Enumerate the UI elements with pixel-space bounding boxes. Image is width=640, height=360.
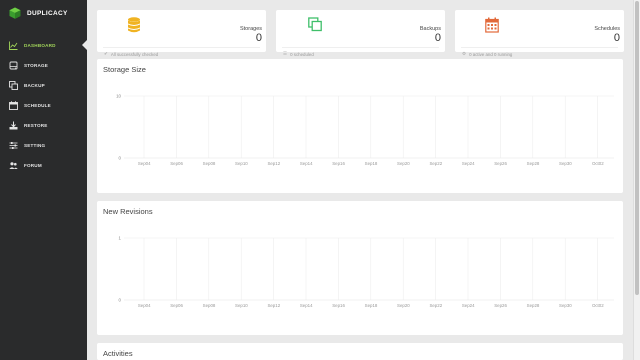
x-tick-label: Sep08: [203, 161, 216, 166]
y-tick-label: 0: [119, 156, 122, 161]
backup-copy-icon: [9, 80, 18, 90]
backups-card[interactable]: Backups 0 ☰ 0 scheduled: [276, 10, 445, 57]
scrollbar-thumb[interactable]: [635, 1, 639, 295]
sidebar-item-storage[interactable]: STORAGE: [0, 55, 87, 75]
backups-footer: ☰ 0 scheduled: [283, 51, 314, 57]
x-tick-label: Oct02: [592, 161, 604, 166]
x-tick-label: Sep04: [138, 161, 151, 166]
page-scrollbar[interactable]: [633, 0, 640, 360]
backups-count: 0: [434, 32, 441, 44]
gear-icon: ⚙: [462, 51, 467, 56]
sidebar-item-schedule[interactable]: SCHEDULE: [0, 95, 87, 115]
storage-size-panel: Storage Size 10 0 Sep04 Sep06 Sep08 Sep10 Sep1…: [97, 59, 623, 193]
x-tick-label: Sep18: [365, 161, 378, 166]
sidebar-item-forum[interactable]: FORUM: [0, 155, 87, 175]
divider: [282, 47, 439, 48]
activities-panel: Activities: [97, 343, 623, 360]
storages-card[interactable]: Storages 0 ✔ All successfully checked: [97, 10, 266, 57]
activities-title: Activities: [103, 349, 133, 358]
storage-size-chart: 10 0 Sep04 Sep06 Sep08 Sep10 Sep12 Sep14 Sep16 Se…: [116, 94, 614, 166]
y-tick-label: 0: [119, 298, 122, 303]
x-tick-label: Sep24: [462, 161, 475, 166]
sidebar-item-restore[interactable]: RESTORE: [0, 115, 87, 135]
brand[interactable]: DUPLICACY: [9, 6, 68, 20]
sidebar-item-label: BACKUP: [24, 82, 45, 88]
x-tick-label: Sep26: [494, 303, 507, 308]
checkmark-icon: ✔: [104, 51, 108, 56]
download-restore-icon: [9, 121, 18, 130]
storages-footer: ✔ All successfully checked: [104, 51, 158, 57]
list-icon: ☰: [283, 51, 288, 56]
x-tick-label: Sep04: [138, 303, 151, 308]
new-revisions-chart: 1 0 Sep04 Sep06 Sep08 Sep10 Sep12 Sep14 Sep16 Sep…: [119, 236, 614, 308]
sidebar-item-setting[interactable]: SETTING: [0, 135, 87, 155]
schedules-footer-text: 0 active and 0 running: [469, 51, 513, 57]
x-tick-label: Sep30: [559, 303, 572, 308]
x-tick-label: Sep16: [332, 161, 345, 166]
storage-drive-icon: [9, 61, 18, 70]
x-tick-label: Sep10: [235, 161, 248, 166]
schedules-card[interactable]: Schedules 0 ⚙ 0 active and 0 running: [455, 10, 624, 57]
sidebar-item-label: RESTORE: [24, 122, 48, 128]
calendar-icon: [485, 17, 499, 33]
divider: [461, 47, 618, 48]
users-forum-icon: [9, 161, 18, 170]
sidebar-item-label: SCHEDULE: [24, 102, 51, 108]
schedules-count: 0: [613, 32, 620, 44]
x-tick-label: Sep06: [170, 161, 183, 166]
sidebar-item-label: STORAGE: [24, 62, 49, 68]
x-tick-label: Sep06: [170, 303, 183, 308]
dashboard-chart-icon: [9, 41, 18, 50]
cube-logo-icon: [9, 7, 21, 19]
x-tick-label: Sep20: [397, 161, 410, 166]
x-tick-label: Sep30: [559, 161, 572, 166]
x-tick-label: Sep22: [429, 161, 442, 166]
new-revisions-panel: New Revisions 1 0 Sep04 Sep06 Sep08 Sep10 Sep1…: [97, 201, 623, 335]
x-tick-label: Sep18: [365, 303, 378, 308]
sidebar-item-label: DASHBOARD: [24, 42, 56, 48]
backups-footer-text: 0 scheduled: [290, 51, 314, 57]
x-tick-label: Sep08: [203, 303, 216, 308]
x-tick-label: Sep24: [462, 303, 475, 308]
brand-name: DUPLICACY: [27, 9, 68, 17]
sidebar-item-backup[interactable]: BACKUP: [0, 75, 87, 95]
sidebar-nav: DASHBOARD STORAGE BACKUP SCHEDULE RESTOR…: [0, 35, 87, 175]
sidebar: DUPLICACY DASHBOARD STORAGE BACKUP SCHED…: [0, 0, 87, 360]
copy-icon: [308, 17, 322, 32]
storages-footer-text: All successfully checked: [110, 51, 159, 57]
sidebar-item-dashboard[interactable]: DASHBOARD: [0, 35, 87, 55]
storages-count: 0: [255, 32, 262, 44]
calendar-icon: [9, 100, 18, 110]
y-tick-label: 1: [119, 236, 122, 241]
y-tick-label: 10: [116, 94, 121, 99]
x-tick-label: Sep28: [527, 161, 540, 166]
divider: [103, 47, 260, 48]
x-tick-label: Sep28: [527, 303, 540, 308]
x-tick-label: Sep12: [267, 303, 280, 308]
x-tick-label: Sep12: [267, 161, 280, 166]
x-tick-label: Oct02: [592, 303, 604, 308]
x-tick-label: Sep14: [300, 303, 313, 308]
x-tick-label: Sep20: [397, 303, 410, 308]
x-tick-label: Sep16: [332, 303, 345, 308]
x-tick-label: Sep22: [429, 303, 442, 308]
sidebar-item-label: SETTING: [24, 142, 46, 148]
schedules-footer: ⚙ 0 active and 0 running: [462, 51, 512, 57]
x-tick-label: Sep10: [235, 303, 248, 308]
sliders-icon: [9, 141, 18, 150]
sidebar-item-label: FORUM: [24, 162, 42, 168]
database-icon: [128, 17, 140, 33]
x-tick-label: Sep14: [300, 161, 313, 166]
x-tick-label: Sep26: [494, 161, 507, 166]
